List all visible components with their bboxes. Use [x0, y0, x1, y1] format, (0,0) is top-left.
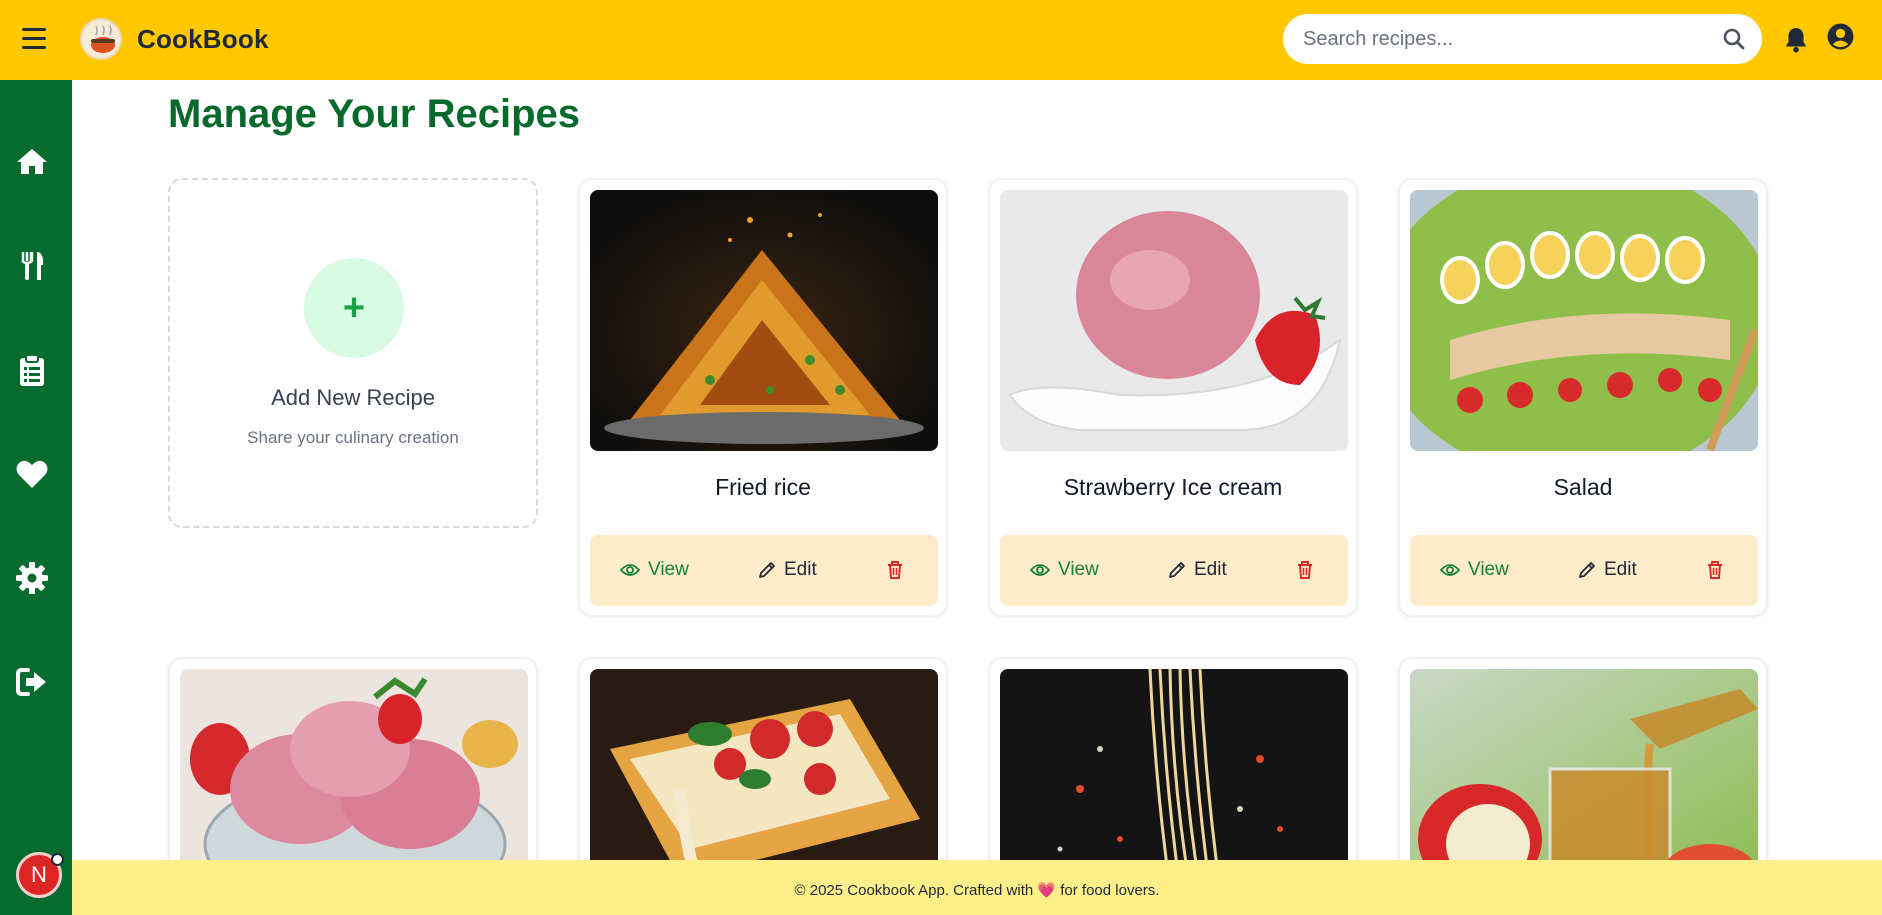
user-circle-icon[interactable]: [1827, 23, 1854, 50]
recipe-image[interactable]: [1410, 190, 1758, 451]
recipe-card: [988, 657, 1358, 889]
eye-icon: [1440, 564, 1460, 576]
search-bar: [1283, 14, 1762, 64]
recipe-image[interactable]: [590, 669, 938, 889]
view-button[interactable]: View: [1030, 555, 1099, 585]
brand-name[interactable]: CookBook: [137, 24, 269, 55]
gear-icon[interactable]: [14, 560, 50, 596]
heart-emoji: 💗: [1037, 882, 1057, 899]
menu-icon[interactable]: [22, 28, 46, 50]
view-button[interactable]: View: [1440, 555, 1509, 585]
status-dot: [51, 853, 64, 866]
utensils-icon[interactable]: [14, 248, 50, 284]
brand-logo: [80, 18, 122, 60]
recipe-title: Fried rice: [715, 474, 811, 500]
delete-button[interactable]: [1296, 555, 1314, 585]
view-label: View: [1468, 559, 1509, 580]
recipe-title: Salad: [1553, 474, 1613, 500]
search-icon[interactable]: [1722, 27, 1746, 51]
clipboard-list-icon[interactable]: [14, 352, 50, 388]
trash-icon: [888, 561, 902, 579]
recipe-image[interactable]: [180, 669, 528, 889]
recipe-actions: View Edit: [590, 535, 938, 606]
edit-label: Edit: [1194, 559, 1227, 580]
view-button[interactable]: View: [620, 555, 689, 585]
sign-out-icon[interactable]: [14, 664, 50, 700]
bell-icon[interactable]: [1783, 26, 1809, 54]
edit-button[interactable]: Edit: [1578, 555, 1637, 585]
recipe-image[interactable]: [1410, 669, 1758, 889]
page-title: Manage Your Recipes: [168, 92, 580, 136]
edit-button[interactable]: Edit: [758, 555, 817, 585]
recipe-card: [168, 657, 538, 889]
home-icon[interactable]: [14, 144, 50, 180]
trash-icon: [1708, 561, 1722, 579]
add-recipe-title: Add New Recipe: [271, 385, 435, 410]
eye-icon: [1030, 564, 1050, 576]
plus-icon[interactable]: +: [304, 258, 404, 358]
edit-button[interactable]: Edit: [1168, 555, 1227, 585]
recipe-title: Strawberry Ice cream: [1063, 474, 1283, 500]
recipe-card: Salad View Edit: [1398, 178, 1768, 617]
avatar-initial: N: [31, 862, 47, 887]
recipe-card: Fried rice View Edit: [578, 178, 948, 617]
pencil-icon: [1579, 562, 1595, 578]
edit-label: Edit: [1604, 559, 1637, 580]
recipe-actions: View Edit: [1410, 535, 1758, 606]
pencil-icon: [1169, 562, 1185, 578]
eye-icon: [620, 564, 640, 576]
heart-icon[interactable]: [14, 456, 50, 492]
search-input[interactable]: [1303, 27, 1703, 51]
sidebar: [0, 80, 72, 915]
edit-label: Edit: [784, 559, 817, 580]
recipe-card: [578, 657, 948, 889]
add-recipe-card[interactable]: + Add New Recipe Share your culinary cre…: [168, 178, 538, 528]
recipe-image[interactable]: [1000, 669, 1348, 889]
footer-text-before: © 2025 Cookbook App. Crafted with: [794, 882, 1034, 899]
recipe-image[interactable]: [1000, 190, 1348, 451]
top-bar: CookBook: [0, 0, 1882, 80]
pencil-icon: [759, 562, 775, 578]
footer-text-after: for food lovers.: [1060, 882, 1160, 899]
footer: © 2025 Cookbook App. Crafted with 💗 for …: [72, 860, 1882, 915]
add-recipe-subtitle: Share your culinary creation: [247, 428, 459, 447]
delete-button[interactable]: [1706, 555, 1724, 585]
delete-button[interactable]: [886, 555, 904, 585]
view-label: View: [1058, 559, 1099, 580]
recipe-card: Strawberry Ice cream View Edit: [988, 178, 1358, 617]
trash-icon: [1298, 561, 1312, 579]
recipe-card: [1398, 657, 1768, 889]
recipe-image[interactable]: [590, 190, 938, 451]
recipe-actions: View Edit: [1000, 535, 1348, 606]
view-label: View: [648, 559, 689, 580]
